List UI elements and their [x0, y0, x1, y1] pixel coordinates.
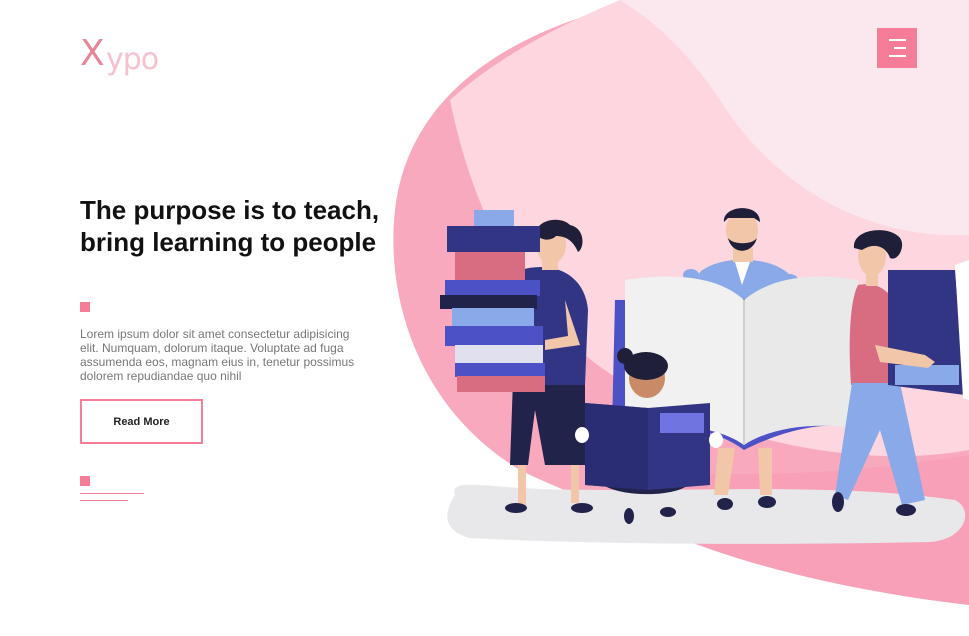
- decorative-line: [80, 500, 128, 501]
- people-reading-illustration: [440, 208, 969, 544]
- accent-square: [80, 476, 90, 486]
- logo-text: ypo: [106, 42, 159, 77]
- hero-title: The purpose is to teach, bring learning …: [80, 195, 380, 257]
- decorative-line: [80, 493, 144, 494]
- logo-mark: X: [80, 33, 105, 74]
- hamburger-menu-icon: [889, 39, 906, 41]
- accent-square: [80, 302, 90, 312]
- person-with-book-stack: [440, 210, 593, 513]
- menu-button[interactable]: [877, 28, 917, 68]
- person-holding-book: [832, 230, 969, 516]
- hero-description: Lorem ipsum dolor sit amet consectetur a…: [80, 327, 355, 383]
- hamburger-menu-icon: [894, 47, 906, 49]
- hamburger-menu-icon: [889, 55, 906, 57]
- read-more-button[interactable]: Read More: [80, 399, 203, 444]
